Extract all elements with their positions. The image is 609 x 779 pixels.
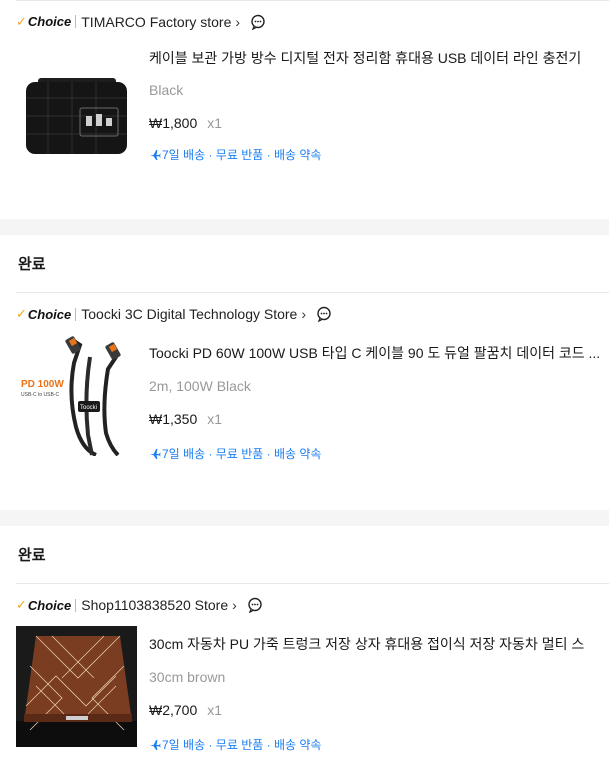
leather-trunk-box-image bbox=[16, 626, 137, 747]
choice-badge: ✓ Choice bbox=[16, 14, 71, 30]
order-item[interactable]: 케이블 보관 가방 방수 디지털 전자 정리함 휴대용 USB 데이터 라인 충… bbox=[0, 42, 609, 219]
product-variant: 2m, 100W Black bbox=[149, 378, 251, 394]
separator bbox=[75, 598, 77, 612]
chevron-right-icon[interactable]: › bbox=[232, 597, 237, 613]
usb-c-cable-image: PD 100W USB-C to USB-C Toocki bbox=[16, 335, 137, 456]
delivery-info: 7일 배송 · 무료 반품 · 배송 약속 bbox=[149, 146, 321, 163]
delivery-text: 7일 배송 · 무료 반품 · 배송 약속 bbox=[162, 738, 322, 752]
delivery-info: 7일 배송 · 무료 반품 · 배송 약속 bbox=[149, 445, 321, 462]
check-icon: ✓ bbox=[16, 306, 27, 321]
product-thumbnail[interactable] bbox=[16, 46, 137, 167]
price: ₩1,350 bbox=[149, 411, 198, 427]
separator bbox=[75, 15, 77, 28]
product-title[interactable]: 케이블 보관 가방 방수 디지털 전자 정리함 휴대용 USB 데이터 라인 충… bbox=[149, 48, 609, 68]
choice-label: Choice bbox=[27, 306, 72, 322]
chat-icon[interactable] bbox=[247, 597, 263, 613]
plane-icon bbox=[150, 149, 161, 160]
section-divider bbox=[0, 219, 609, 235]
thumbnail-title: PD 100W bbox=[21, 379, 64, 390]
store-row[interactable]: ✓ Choice Toocki 3C Digital Technology Sto… bbox=[0, 293, 609, 335]
black-cable-organizer-bag-image bbox=[16, 46, 137, 167]
store-name[interactable]: Toocki 3C Digital Technology Store bbox=[81, 306, 297, 322]
price-line: ₩2,700 x1 bbox=[149, 702, 222, 718]
product-thumbnail[interactable] bbox=[16, 626, 137, 747]
plane-icon bbox=[150, 739, 161, 750]
check-icon: ✓ bbox=[16, 13, 27, 29]
choice-badge: ✓ Choice bbox=[16, 597, 71, 613]
chat-icon[interactable] bbox=[316, 306, 332, 322]
quantity: x1 bbox=[207, 411, 223, 427]
chevron-right-icon[interactable]: › bbox=[235, 14, 240, 30]
plane-icon bbox=[150, 448, 161, 459]
section-divider bbox=[0, 510, 609, 526]
chevron-right-icon[interactable]: › bbox=[301, 306, 306, 322]
order-item[interactable]: 30cm 자동차 PU 가죽 트렁크 저장 상자 휴대용 접이식 저장 자동차 … bbox=[0, 626, 609, 758]
product-variant: 30cm brown bbox=[149, 669, 226, 685]
store-name[interactable]: TIMARCO Factory store bbox=[81, 14, 231, 30]
quantity: x1 bbox=[207, 115, 223, 131]
quantity: x1 bbox=[207, 702, 223, 718]
choice-badge: ✓ Choice bbox=[16, 306, 71, 322]
choice-label: Choice bbox=[27, 14, 72, 29]
price-line: ₩1,350 x1 bbox=[149, 411, 222, 427]
order-status: 완료 bbox=[18, 256, 46, 273]
price-line: ₩1,800 x1 bbox=[149, 115, 222, 131]
price: ₩2,700 bbox=[149, 702, 198, 718]
order-status: 완료 bbox=[18, 547, 46, 564]
separator bbox=[75, 307, 77, 321]
choice-label: Choice bbox=[27, 597, 72, 613]
product-title[interactable]: 30cm 자동차 PU 가죽 트렁크 저장 상자 휴대용 접이식 저장 자동차 … bbox=[149, 634, 609, 654]
thumbnail-brand: Toocki bbox=[80, 405, 97, 411]
check-icon: ✓ bbox=[16, 597, 27, 612]
product-variant: Black bbox=[149, 82, 184, 98]
delivery-text: 7일 배송 · 무료 반품 · 배송 약속 bbox=[162, 148, 322, 162]
delivery-text: 7일 배송 · 무료 반품 · 배송 약속 bbox=[162, 447, 322, 461]
chat-icon[interactable] bbox=[250, 14, 266, 30]
product-title[interactable]: Toocki PD 60W 100W USB 타입 C 케이블 90 도 듀얼 … bbox=[149, 343, 609, 363]
delivery-info: 7일 배송 · 무료 반품 · 배송 약속 bbox=[149, 736, 321, 753]
price: ₩1,800 bbox=[149, 115, 198, 131]
thumbnail-subtitle: USB-C to USB-C bbox=[21, 392, 59, 398]
store-row[interactable]: ✓ Choice TIMARCO Factory store › bbox=[0, 1, 609, 42]
order-item[interactable]: PD 100W USB-C to USB-C Toocki Toocki PD … bbox=[0, 335, 609, 510]
store-name[interactable]: Shop1103838520 Store bbox=[81, 597, 228, 613]
product-thumbnail[interactable]: PD 100W USB-C to USB-C Toocki bbox=[16, 335, 137, 456]
store-row[interactable]: ✓ Choice Shop1103838520 Store › bbox=[0, 584, 609, 626]
